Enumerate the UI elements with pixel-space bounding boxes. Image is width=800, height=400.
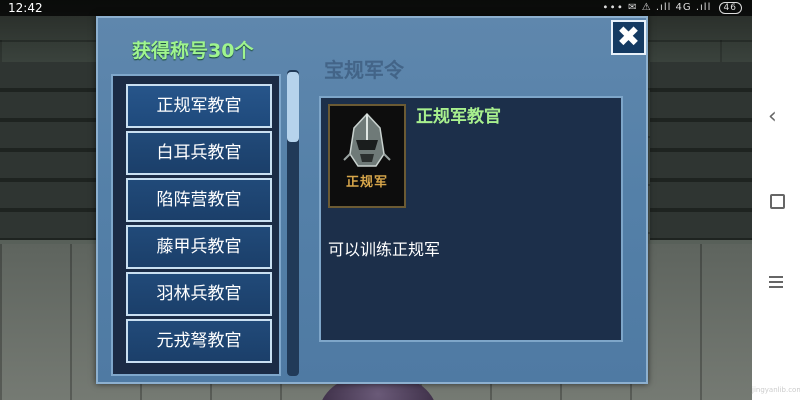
status-bar: 12:42 ∙∙∙ ✉ ⚠ .ıll 4G .ıll 46 — [0, 0, 752, 16]
title-name: 正规军教官 — [416, 107, 501, 127]
left-gate — [0, 62, 96, 240]
title-list-item[interactable]: 白耳兵教官 — [126, 131, 272, 175]
title-list-item[interactable]: 元戎弩教官 — [126, 319, 272, 363]
title-detail-panel: 正规军 正规军教官 可以训练正规军 — [319, 96, 623, 342]
title-list-item-label: 元戎弩教官 — [156, 331, 242, 351]
system-nav-bar: ‹ — [752, 0, 800, 400]
title-list-item-label: 正规军教官 — [156, 96, 242, 116]
title-list-item-label: 藤甲兵教官 — [156, 237, 242, 257]
scrollbar-thumb[interactable] — [287, 72, 299, 142]
title-list-item[interactable]: 藤甲兵教官 — [126, 225, 272, 269]
title-list-item-label: 陷阵营教官 — [156, 190, 242, 210]
list-scrollbar[interactable] — [287, 70, 299, 376]
titles-dialog: 获得称号30个 宝规军令 ✖ 正规军教官 白耳兵教官 陷阵营教官 藤甲兵教官 羽… — [96, 16, 648, 384]
title-list-item-label: 白耳兵教官 — [156, 143, 242, 163]
title-list-item[interactable]: 正规军教官 — [126, 84, 272, 128]
title-list[interactable]: 正规军教官 白耳兵教官 陷阵营教官 藤甲兵教官 羽林兵教官 元戎弩教官 — [111, 74, 281, 376]
watermark: jingyanlib.com — [752, 386, 800, 394]
faded-background-text: 宝规军令 — [324, 58, 404, 82]
right-gate — [650, 62, 752, 240]
status-icons: ∙∙∙ ✉ ⚠ .ıll 4G .ıll 46 — [602, 0, 742, 16]
close-icon: ✖ — [616, 20, 641, 53]
close-button[interactable]: ✖ — [611, 20, 646, 55]
title-portrait: 正规军 — [328, 104, 406, 208]
home-icon[interactable] — [770, 194, 785, 209]
battery-icon: 46 — [718, 2, 742, 14]
dialog-title: 获得称号30个 — [132, 40, 254, 62]
title-description: 可以训练正规军 — [328, 240, 441, 259]
portrait-label: 正规军 — [345, 175, 388, 190]
signal-icons: ∙∙∙ ✉ ⚠ .ıll 4G .ıll — [602, 2, 712, 13]
title-list-item[interactable]: 陷阵营教官 — [126, 178, 272, 222]
status-time: 12:42 — [8, 1, 43, 15]
title-list-item-label: 羽林兵教官 — [156, 284, 242, 304]
title-list-item[interactable]: 羽林兵教官 — [126, 272, 272, 316]
menu-icon[interactable] — [769, 276, 783, 291]
back-icon[interactable]: ‹ — [768, 104, 777, 129]
